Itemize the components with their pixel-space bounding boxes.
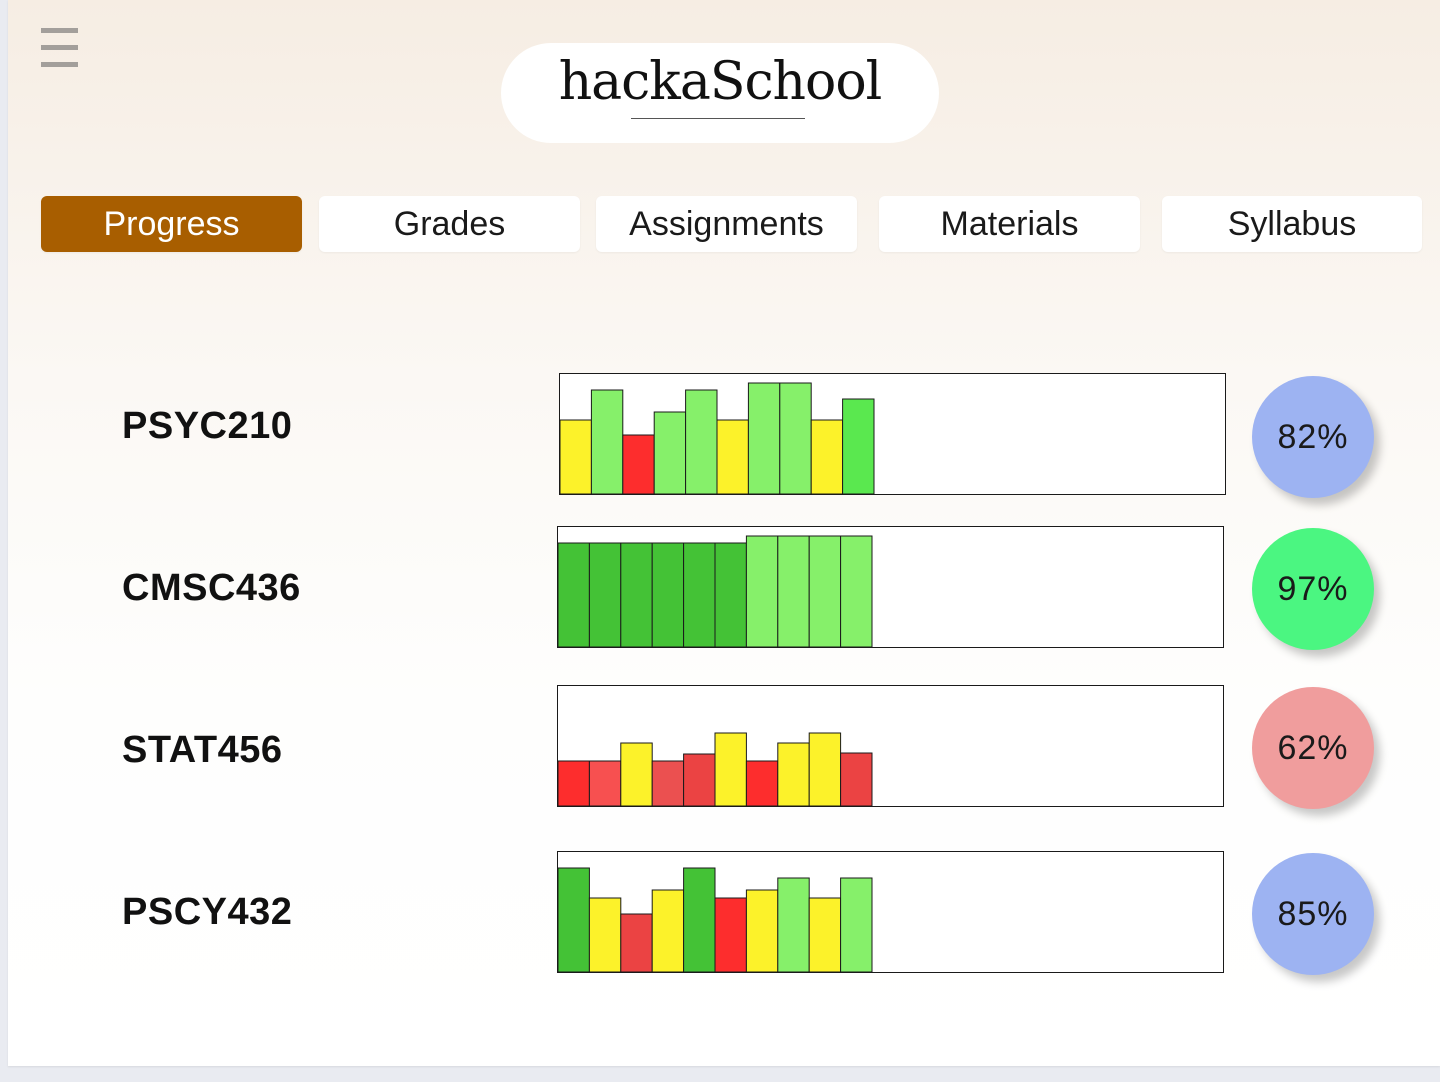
chart-bar bbox=[716, 419, 749, 495]
app-logo: hackaSchool bbox=[558, 52, 883, 112]
chart-bar bbox=[651, 760, 685, 807]
chart-bar bbox=[745, 760, 779, 807]
course-percent-badge: 82% bbox=[1252, 376, 1374, 498]
chart-bar bbox=[683, 867, 716, 973]
course-progress-chart bbox=[559, 373, 1226, 495]
chart-bar bbox=[622, 434, 655, 495]
tab-assignments[interactable]: Assignments bbox=[596, 196, 857, 252]
course-name: PSCY432 bbox=[122, 891, 293, 933]
chart-bar bbox=[683, 542, 716, 648]
chart-bar bbox=[714, 542, 747, 648]
chart-bar bbox=[714, 897, 747, 973]
bar-chart-svg bbox=[557, 535, 873, 648]
logo-container: hackaSchool bbox=[501, 43, 939, 143]
chart-bar bbox=[745, 535, 779, 648]
chart-bar bbox=[779, 382, 812, 495]
hamburger-menu-icon[interactable] bbox=[41, 28, 78, 70]
chart-bar bbox=[840, 535, 873, 648]
tab-syllabus[interactable]: Syllabus bbox=[1162, 196, 1422, 252]
chart-bar bbox=[557, 542, 590, 648]
chart-bar bbox=[588, 897, 622, 973]
chart-bar bbox=[808, 732, 842, 807]
chart-bar bbox=[840, 752, 873, 807]
chart-bar bbox=[653, 411, 687, 495]
chart-bar bbox=[808, 897, 842, 973]
course-percent-badge: 62% bbox=[1252, 687, 1374, 809]
chart-bar bbox=[651, 889, 685, 973]
chart-bar bbox=[620, 742, 653, 807]
tab-progress[interactable]: Progress bbox=[41, 196, 302, 252]
course-percent-badge: 85% bbox=[1252, 853, 1374, 975]
chart-bar bbox=[840, 877, 873, 973]
course-progress-chart bbox=[557, 851, 1224, 973]
logo-underline bbox=[631, 118, 805, 119]
course-name: CMSC436 bbox=[122, 567, 301, 609]
course-name: PSYC210 bbox=[122, 405, 293, 447]
tab-grades[interactable]: Grades bbox=[319, 196, 580, 252]
chart-bar bbox=[557, 760, 590, 807]
chart-bar bbox=[842, 398, 875, 495]
bar-chart-svg bbox=[559, 382, 875, 495]
course-progress-chart bbox=[557, 526, 1224, 648]
chart-bar bbox=[777, 742, 810, 807]
chart-bar bbox=[745, 889, 779, 973]
chart-bar bbox=[588, 542, 622, 648]
chart-bar bbox=[588, 760, 622, 807]
bar-chart-svg bbox=[557, 867, 873, 973]
course-percent-badge: 97% bbox=[1252, 528, 1374, 650]
chart-bar bbox=[683, 753, 716, 807]
chart-bar bbox=[557, 867, 590, 973]
chart-bar bbox=[808, 535, 842, 648]
chart-bar bbox=[714, 732, 747, 807]
app-window: hackaSchool Progress Grades Assignments … bbox=[8, 0, 1440, 1066]
chart-bar bbox=[777, 877, 810, 973]
tab-materials[interactable]: Materials bbox=[879, 196, 1140, 252]
course-name: STAT456 bbox=[122, 729, 283, 771]
chart-bar bbox=[590, 389, 624, 495]
chart-bar bbox=[620, 913, 653, 973]
chart-bar bbox=[777, 535, 810, 648]
course-progress-chart bbox=[557, 685, 1224, 807]
chart-bar bbox=[620, 542, 653, 648]
chart-bar bbox=[559, 419, 592, 495]
chart-bar bbox=[810, 419, 844, 495]
chart-bar bbox=[651, 542, 685, 648]
bar-chart-svg bbox=[557, 732, 873, 807]
chart-bar bbox=[747, 382, 781, 495]
chart-bar bbox=[685, 389, 718, 495]
